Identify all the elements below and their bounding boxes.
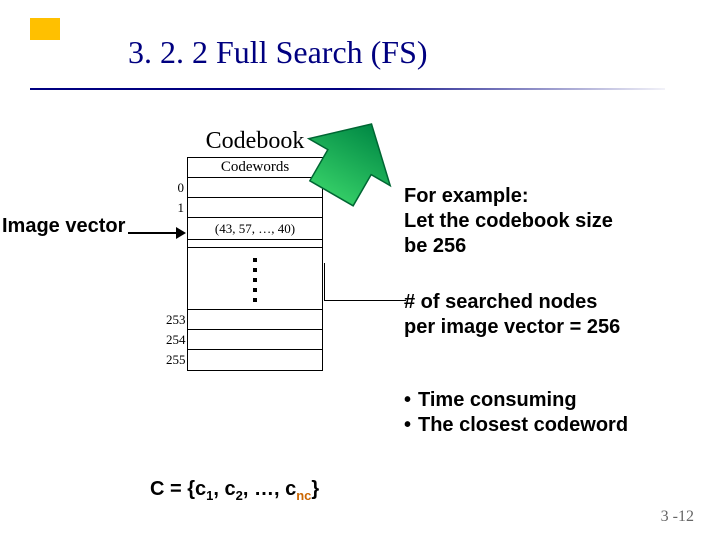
text-line: The closest codeword [418, 414, 628, 436]
codeword-set-equation: C = {c1, c2, …, cnc} [150, 478, 319, 503]
example-text-block: For example: Let the codebook size be 25… [404, 184, 613, 259]
row-index: 0 [166, 180, 184, 196]
table-row: 254 [188, 330, 322, 350]
text-line: per image vector = 256 [404, 315, 620, 340]
text-line: Let the codebook size [404, 209, 613, 234]
green-big-arrow-icon [284, 108, 414, 218]
title-bullet-decoration [30, 18, 60, 40]
row-index: 255 [166, 352, 184, 368]
table-row: 253 [188, 310, 322, 330]
eq-part: , …, c [243, 478, 296, 500]
text-line: For example: [404, 184, 613, 209]
eq-sub: 2 [236, 488, 243, 503]
image-vector-label: Image vector [2, 215, 125, 238]
text-line: be 256 [404, 234, 613, 259]
searched-nodes-text-block: # of searched nodes per image vector = 2… [404, 290, 620, 340]
text-line: Time consuming [418, 389, 577, 411]
connector-line [324, 263, 325, 301]
bullet-line: •The closest codeword [404, 413, 628, 438]
page-title: 3. 2. 2 Full Search (FS) [128, 34, 428, 71]
title-underline [30, 88, 665, 90]
eq-sub: nc [296, 488, 311, 503]
row-index: 253 [166, 312, 184, 328]
eq-part: } [311, 478, 319, 500]
row-index: 254 [166, 332, 184, 348]
notes-text-block: •Time consuming •The closest codeword [404, 388, 628, 438]
eq-part: C = {c [150, 478, 206, 500]
eq-part: , c [213, 478, 235, 500]
connector-line [324, 300, 406, 301]
table-row [188, 240, 322, 248]
table-row: 255 [188, 350, 322, 370]
vertical-ellipsis [188, 248, 322, 310]
text-line: # of searched nodes [404, 290, 620, 315]
highlighted-codeword-row: (43, 57, …, 40) [188, 218, 322, 240]
row-index: 1 [166, 200, 184, 216]
page-number: 3 -12 [661, 508, 694, 526]
bullet-line: •Time consuming [404, 388, 628, 413]
